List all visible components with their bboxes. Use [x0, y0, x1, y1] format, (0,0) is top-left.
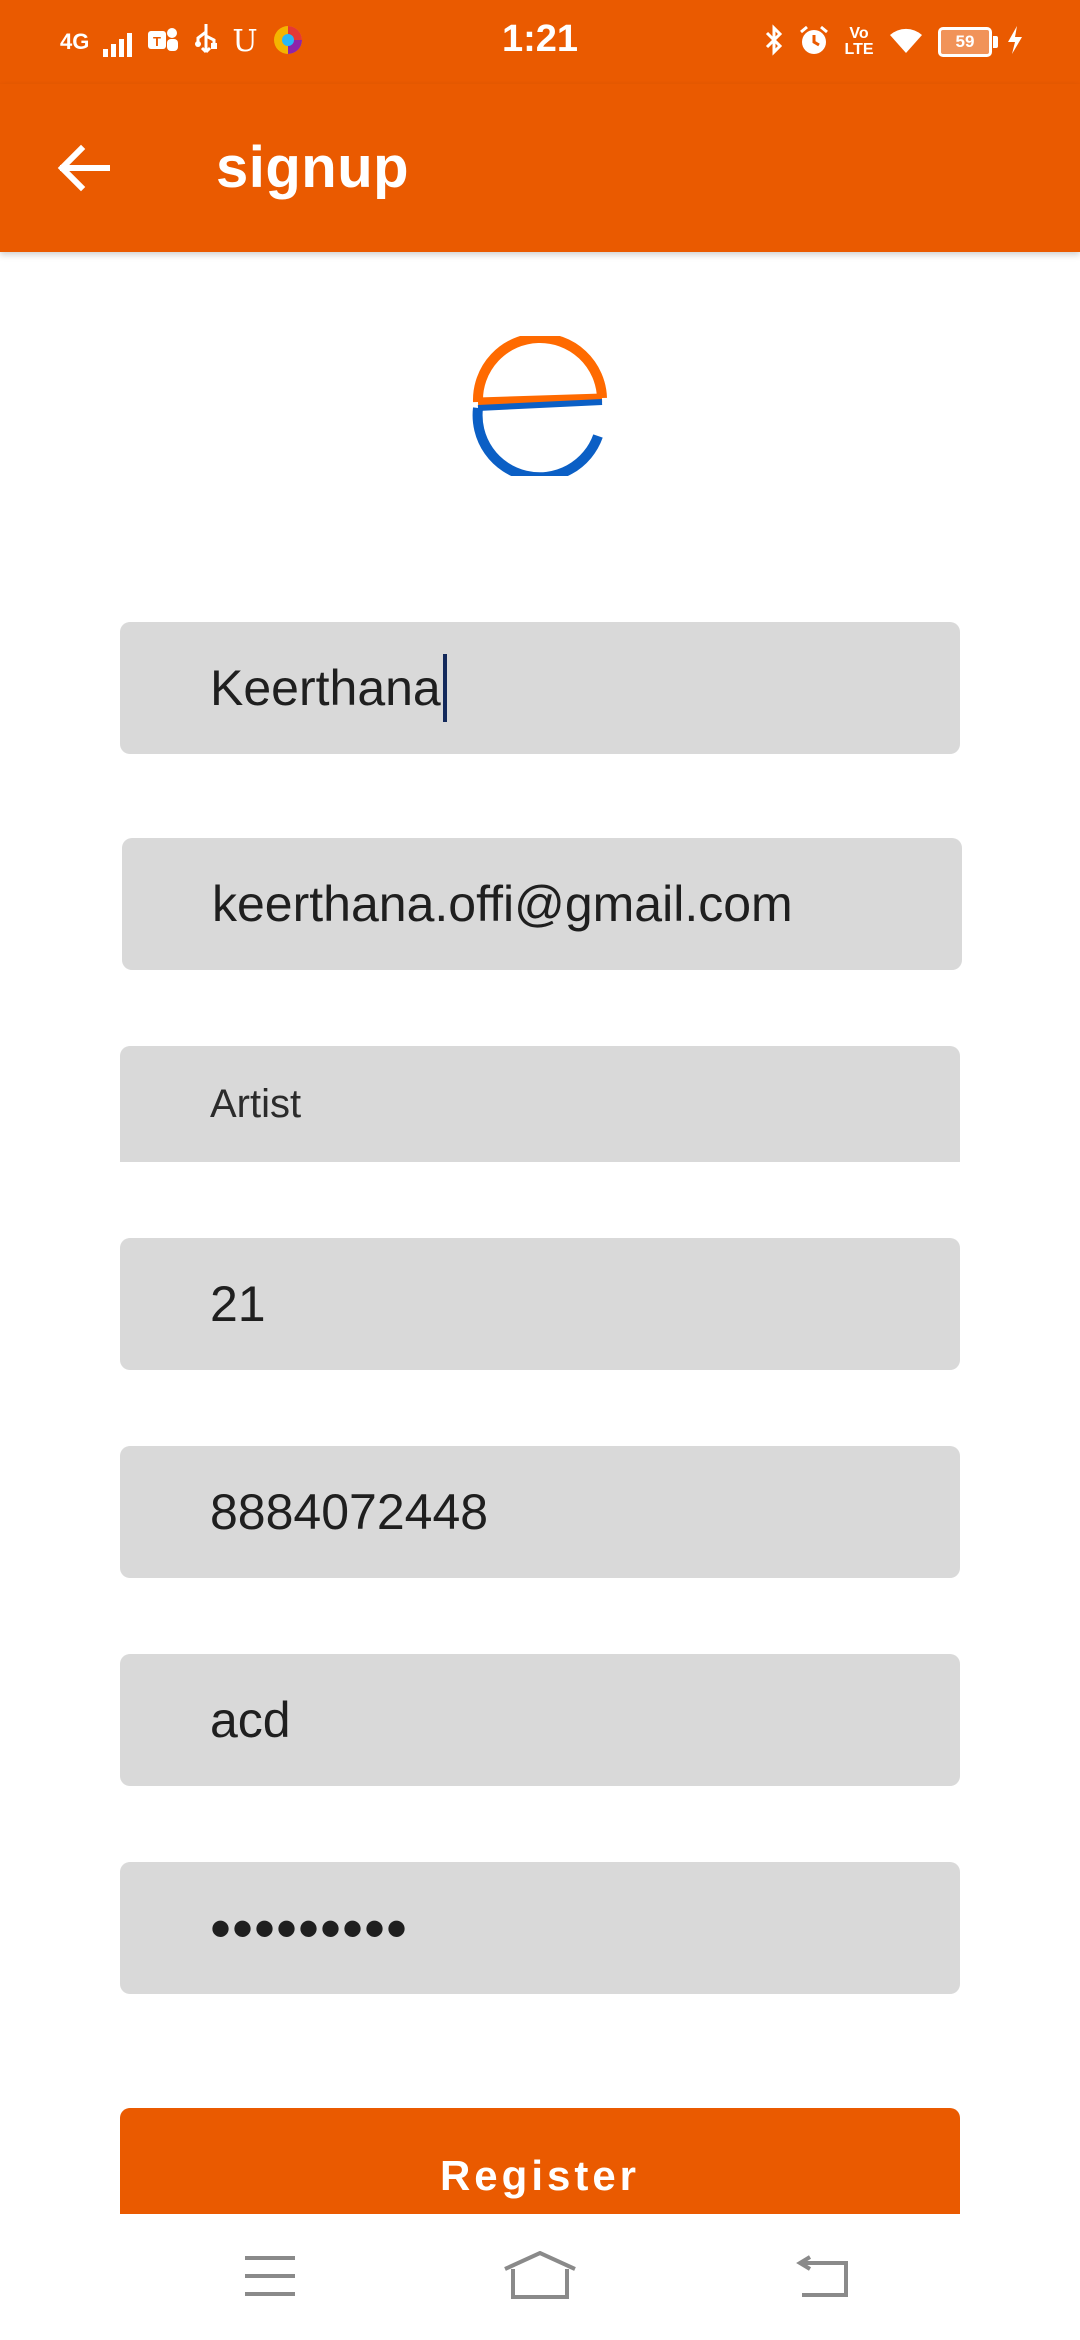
role-dropdown[interactable]: Artist — [120, 1046, 960, 1162]
navigation-bar — [0, 2214, 1080, 2340]
name-value: Keerthana — [210, 660, 441, 716]
battery-icon: 59 — [938, 27, 998, 57]
password-field[interactable]: ••••••••• — [120, 1862, 960, 1994]
back-icon[interactable] — [784, 2240, 864, 2312]
email-value: keerthana.offi@gmail.com — [212, 876, 793, 932]
age-value: 21 — [210, 1276, 266, 1332]
address-value: acd — [210, 1692, 291, 1748]
page-title: signup — [216, 135, 410, 200]
signup-screen: 4G T U 1:21 Vo LTE 59 signup Keerthana k… — [0, 0, 1080, 2340]
phone-field[interactable]: 8884072448 — [120, 1446, 960, 1578]
bluetooth-icon — [764, 23, 784, 61]
address-field[interactable]: acd — [120, 1654, 960, 1786]
arrow-back-icon[interactable] — [44, 136, 124, 200]
app-bar: signup — [0, 84, 1080, 252]
status-bar: 4G T U 1:21 Vo LTE 59 — [0, 0, 1080, 84]
status-right: Vo LTE 59 — [764, 20, 1024, 64]
charging-icon — [1006, 25, 1024, 60]
role-value: Artist — [210, 1081, 302, 1126]
app-logo — [470, 333, 610, 483]
menu-icon[interactable] — [230, 2240, 310, 2312]
volte-icon: Vo LTE — [844, 25, 874, 58]
email-field[interactable]: keerthana.offi@gmail.com — [122, 838, 962, 970]
home-icon[interactable] — [500, 2240, 580, 2312]
name-field[interactable]: Keerthana — [120, 622, 960, 754]
password-value: ••••••••• — [210, 1894, 409, 1962]
alarm-icon — [798, 24, 830, 61]
phone-value: 8884072448 — [210, 1484, 489, 1540]
wifi-icon — [888, 25, 924, 60]
age-field[interactable]: 21 — [120, 1238, 960, 1370]
battery-level: 59 — [955, 32, 975, 51]
text-cursor — [442, 654, 447, 722]
